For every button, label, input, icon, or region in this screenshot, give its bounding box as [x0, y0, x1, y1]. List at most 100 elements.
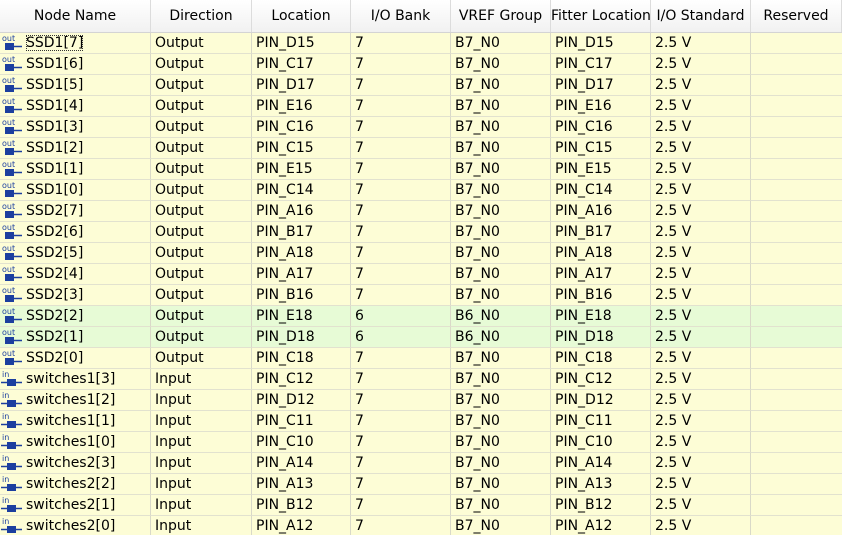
table-row[interactable]: in switches1[1] Input PIN_C11 7 B7_N0 PIN_C11 2… — [0, 411, 842, 432]
cell-location[interactable]: PIN_C17 — [252, 54, 351, 75]
cell-location[interactable]: PIN_A16 — [252, 201, 351, 222]
column-header-node-name[interactable]: Node Name — [0, 0, 151, 32]
table-row[interactable]: out SSD1[6] Output PIN_C17 7 B7_N0 PIN_C17 2.5 … — [0, 54, 842, 75]
column-header-io-bank[interactable]: I/O Bank — [351, 0, 451, 32]
cell-reserved[interactable] — [751, 390, 842, 411]
cell-direction[interactable]: Output — [151, 348, 252, 369]
column-header-vref-group[interactable]: VREF Group — [451, 0, 551, 32]
cell-io-standard[interactable]: 2.5 V — [651, 432, 751, 453]
cell-reserved[interactable] — [751, 138, 842, 159]
cell-io-bank[interactable]: 7 — [351, 348, 451, 369]
cell-fitter-location[interactable]: PIN_E18 — [551, 306, 651, 327]
cell-io-standard[interactable]: 2.5 V — [651, 264, 751, 285]
cell-location[interactable]: PIN_C14 — [252, 180, 351, 201]
cell-node-name[interactable]: in switches1[1] — [0, 411, 151, 432]
cell-location[interactable]: PIN_D12 — [252, 390, 351, 411]
cell-vref-group[interactable]: B7_N0 — [451, 54, 551, 75]
cell-location[interactable]: PIN_E16 — [252, 96, 351, 117]
cell-direction[interactable]: Output — [151, 117, 252, 138]
cell-reserved[interactable] — [751, 411, 842, 432]
cell-location[interactable]: PIN_C11 — [252, 411, 351, 432]
cell-fitter-location[interactable]: PIN_B12 — [551, 495, 651, 516]
cell-reserved[interactable] — [751, 159, 842, 180]
table-row[interactable]: out SSD2[2] Output PIN_E18 6 B6_N0 PIN_E18 2.5 … — [0, 306, 842, 327]
cell-io-bank[interactable]: 7 — [351, 117, 451, 138]
cell-io-bank[interactable]: 7 — [351, 243, 451, 264]
table-row[interactable]: out SSD1[5] Output PIN_D17 7 B7_N0 PIN_D17 2.5 … — [0, 75, 842, 96]
cell-reserved[interactable] — [751, 222, 842, 243]
cell-io-standard[interactable]: 2.5 V — [651, 243, 751, 264]
cell-io-standard[interactable]: 2.5 V — [651, 75, 751, 96]
table-row[interactable]: in switches1[0] Input PIN_C10 7 B7_N0 PIN_C10 2… — [0, 432, 842, 453]
table-row[interactable]: out SSD2[6] Output PIN_B17 7 B7_N0 PIN_B17 2.5 … — [0, 222, 842, 243]
cell-reserved[interactable] — [751, 327, 842, 348]
cell-vref-group[interactable]: B7_N0 — [451, 432, 551, 453]
cell-fitter-location[interactable]: PIN_C14 — [551, 180, 651, 201]
cell-fitter-location[interactable]: PIN_C11 — [551, 411, 651, 432]
cell-io-standard[interactable]: 2.5 V — [651, 54, 751, 75]
cell-location[interactable]: PIN_A13 — [252, 474, 351, 495]
cell-io-bank[interactable]: 7 — [351, 369, 451, 390]
cell-vref-group[interactable]: B7_N0 — [451, 159, 551, 180]
cell-reserved[interactable] — [751, 516, 842, 535]
cell-direction[interactable]: Input — [151, 411, 252, 432]
cell-io-bank[interactable]: 7 — [351, 264, 451, 285]
cell-vref-group[interactable]: B7_N0 — [451, 138, 551, 159]
cell-io-bank[interactable]: 7 — [351, 432, 451, 453]
table-row[interactable]: in switches2[2] Input PIN_A13 7 B7_N0 PIN_A13 2… — [0, 474, 842, 495]
cell-vref-group[interactable]: B7_N0 — [451, 243, 551, 264]
cell-fitter-location[interactable]: PIN_E15 — [551, 159, 651, 180]
cell-location[interactable]: PIN_A12 — [252, 516, 351, 535]
cell-io-bank[interactable]: 7 — [351, 96, 451, 117]
cell-direction[interactable]: Input — [151, 432, 252, 453]
cell-direction[interactable]: Input — [151, 390, 252, 411]
column-header-reserved[interactable]: Reserved — [751, 0, 842, 32]
cell-reserved[interactable] — [751, 432, 842, 453]
cell-direction[interactable]: Output — [151, 75, 252, 96]
cell-fitter-location[interactable]: PIN_A16 — [551, 201, 651, 222]
column-header-fitter-location[interactable]: Fitter Location — [551, 0, 651, 32]
cell-node-name[interactable]: out SSD1[6] — [0, 54, 151, 75]
cell-reserved[interactable] — [751, 117, 842, 138]
table-row[interactable]: in switches2[3] Input PIN_A14 7 B7_N0 PIN_A14 2… — [0, 453, 842, 474]
cell-location[interactable]: PIN_A18 — [252, 243, 351, 264]
table-row[interactable]: out SSD2[0] Output PIN_C18 7 B7_N0 PIN_C18 2.5 … — [0, 348, 842, 369]
table-row[interactable]: out SSD2[5] Output PIN_A18 7 B7_N0 PIN_A18 2.5 … — [0, 243, 842, 264]
cell-location[interactable]: PIN_D17 — [252, 75, 351, 96]
cell-io-standard[interactable]: 2.5 V — [651, 390, 751, 411]
cell-reserved[interactable] — [751, 264, 842, 285]
cell-node-name[interactable]: in switches2[2] — [0, 474, 151, 495]
cell-io-standard[interactable]: 2.5 V — [651, 306, 751, 327]
cell-direction[interactable]: Output — [151, 243, 252, 264]
cell-io-bank[interactable]: 7 — [351, 516, 451, 535]
table-row[interactable]: out SSD2[3] Output PIN_B16 7 B7_N0 PIN_B16 2.5 … — [0, 285, 842, 306]
cell-reserved[interactable] — [751, 33, 842, 54]
cell-io-bank[interactable]: 7 — [351, 54, 451, 75]
cell-direction[interactable]: Output — [151, 327, 252, 348]
cell-io-bank[interactable]: 7 — [351, 411, 451, 432]
cell-vref-group[interactable]: B7_N0 — [451, 33, 551, 54]
cell-io-standard[interactable]: 2.5 V — [651, 411, 751, 432]
cell-io-bank[interactable]: 7 — [351, 33, 451, 54]
cell-location[interactable]: PIN_D15 — [252, 33, 351, 54]
cell-io-standard[interactable]: 2.5 V — [651, 327, 751, 348]
cell-vref-group[interactable]: B6_N0 — [451, 306, 551, 327]
cell-io-bank[interactable]: 7 — [351, 495, 451, 516]
cell-fitter-location[interactable]: PIN_B16 — [551, 285, 651, 306]
cell-io-standard[interactable]: 2.5 V — [651, 117, 751, 138]
cell-io-bank[interactable]: 7 — [351, 75, 451, 96]
cell-io-bank[interactable]: 7 — [351, 390, 451, 411]
cell-node-name[interactable]: out SSD2[1] — [0, 327, 151, 348]
column-header-direction[interactable]: Direction — [151, 0, 252, 32]
cell-reserved[interactable] — [751, 474, 842, 495]
cell-node-name[interactable]: out SSD1[7] — [0, 33, 151, 54]
cell-io-bank[interactable]: 6 — [351, 327, 451, 348]
cell-fitter-location[interactable]: PIN_C16 — [551, 117, 651, 138]
cell-io-bank[interactable]: 7 — [351, 201, 451, 222]
cell-io-standard[interactable]: 2.5 V — [651, 285, 751, 306]
cell-vref-group[interactable]: B7_N0 — [451, 96, 551, 117]
cell-vref-group[interactable]: B7_N0 — [451, 264, 551, 285]
cell-location[interactable]: PIN_C12 — [252, 369, 351, 390]
cell-node-name[interactable]: out SSD1[0] — [0, 180, 151, 201]
cell-direction[interactable]: Input — [151, 369, 252, 390]
